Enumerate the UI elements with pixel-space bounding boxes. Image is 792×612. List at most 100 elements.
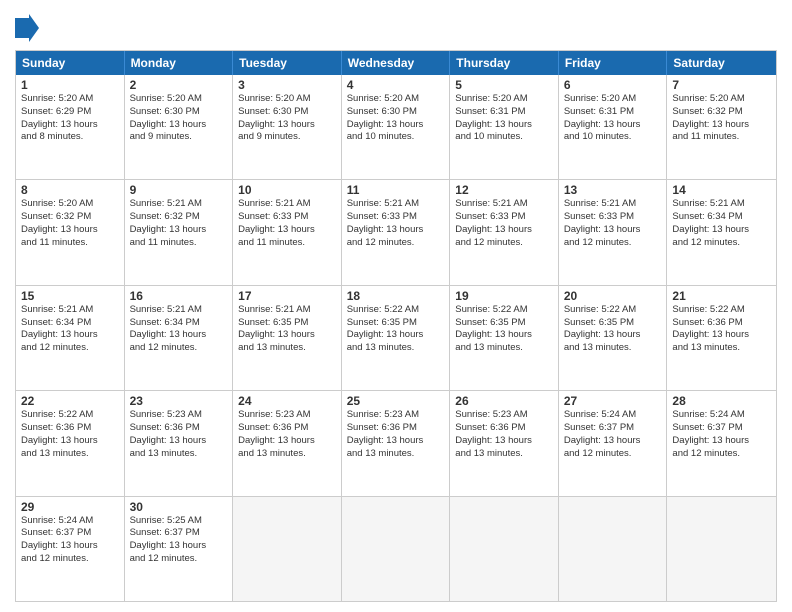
calendar-cell: 7Sunrise: 5:20 AMSunset: 6:32 PMDaylight…: [667, 75, 776, 179]
cell-line: Daylight: 13 hours: [347, 329, 445, 342]
cell-line: and 13 minutes.: [672, 342, 771, 355]
cell-line: Sunset: 6:36 PM: [130, 422, 228, 435]
day-number: 8: [21, 183, 119, 197]
cell-line: Daylight: 13 hours: [130, 119, 228, 132]
cell-line: and 11 minutes.: [672, 131, 771, 144]
cell-line: Sunset: 6:37 PM: [564, 422, 662, 435]
cell-line: Daylight: 13 hours: [672, 224, 771, 237]
cell-line: Sunset: 6:37 PM: [21, 527, 119, 540]
day-number: 28: [672, 394, 771, 408]
cell-line: Daylight: 13 hours: [130, 540, 228, 553]
cell-line: Sunrise: 5:22 AM: [564, 304, 662, 317]
cell-line: Sunset: 6:32 PM: [672, 106, 771, 119]
cell-line: Sunset: 6:30 PM: [130, 106, 228, 119]
cell-line: and 10 minutes.: [347, 131, 445, 144]
cell-line: and 12 minutes.: [564, 448, 662, 461]
cell-line: and 13 minutes.: [130, 448, 228, 461]
day-number: 1: [21, 78, 119, 92]
calendar-cell: 18Sunrise: 5:22 AMSunset: 6:35 PMDayligh…: [342, 286, 451, 390]
cell-line: Daylight: 13 hours: [455, 435, 553, 448]
cell-line: Daylight: 13 hours: [672, 329, 771, 342]
cell-line: Sunrise: 5:21 AM: [130, 304, 228, 317]
cell-line: Sunrise: 5:23 AM: [347, 409, 445, 422]
calendar-header-cell: Wednesday: [342, 51, 451, 75]
calendar-cell: 3Sunrise: 5:20 AMSunset: 6:30 PMDaylight…: [233, 75, 342, 179]
calendar-cell: 22Sunrise: 5:22 AMSunset: 6:36 PMDayligh…: [16, 391, 125, 495]
cell-line: and 13 minutes.: [238, 448, 336, 461]
calendar-cell: 6Sunrise: 5:20 AMSunset: 6:31 PMDaylight…: [559, 75, 668, 179]
cell-line: Daylight: 13 hours: [347, 435, 445, 448]
calendar-cell: [233, 497, 342, 601]
calendar-cell: 21Sunrise: 5:22 AMSunset: 6:36 PMDayligh…: [667, 286, 776, 390]
calendar-cell: 16Sunrise: 5:21 AMSunset: 6:34 PMDayligh…: [125, 286, 234, 390]
cell-line: Sunrise: 5:20 AM: [455, 93, 553, 106]
day-number: 23: [130, 394, 228, 408]
cell-line: and 11 minutes.: [238, 237, 336, 250]
cell-line: Sunrise: 5:21 AM: [238, 198, 336, 211]
calendar-cell: 27Sunrise: 5:24 AMSunset: 6:37 PMDayligh…: [559, 391, 668, 495]
calendar-body: 1Sunrise: 5:20 AMSunset: 6:29 PMDaylight…: [16, 75, 776, 601]
day-number: 13: [564, 183, 662, 197]
cell-line: Daylight: 13 hours: [238, 329, 336, 342]
cell-line: Sunrise: 5:21 AM: [21, 304, 119, 317]
cell-line: and 9 minutes.: [130, 131, 228, 144]
cell-line: Sunrise: 5:21 AM: [672, 198, 771, 211]
calendar: SundayMondayTuesdayWednesdayThursdayFrid…: [15, 50, 777, 602]
cell-line: Sunset: 6:34 PM: [672, 211, 771, 224]
cell-line: Sunrise: 5:21 AM: [455, 198, 553, 211]
cell-line: Sunrise: 5:21 AM: [238, 304, 336, 317]
calendar-cell: 11Sunrise: 5:21 AMSunset: 6:33 PMDayligh…: [342, 180, 451, 284]
calendar-cell: [450, 497, 559, 601]
calendar-header-cell: Friday: [559, 51, 668, 75]
day-number: 24: [238, 394, 336, 408]
cell-line: Daylight: 13 hours: [672, 435, 771, 448]
calendar-cell: [667, 497, 776, 601]
cell-line: Sunset: 6:31 PM: [455, 106, 553, 119]
cell-line: Sunset: 6:37 PM: [672, 422, 771, 435]
calendar-cell: 25Sunrise: 5:23 AMSunset: 6:36 PMDayligh…: [342, 391, 451, 495]
day-number: 5: [455, 78, 553, 92]
cell-line: and 13 minutes.: [238, 342, 336, 355]
cell-line: Sunrise: 5:24 AM: [564, 409, 662, 422]
calendar-row: 29Sunrise: 5:24 AMSunset: 6:37 PMDayligh…: [16, 496, 776, 601]
cell-line: and 13 minutes.: [347, 342, 445, 355]
cell-line: Sunrise: 5:20 AM: [672, 93, 771, 106]
cell-line: Sunset: 6:33 PM: [347, 211, 445, 224]
calendar-cell: [559, 497, 668, 601]
cell-line: and 12 minutes.: [455, 237, 553, 250]
cell-line: Daylight: 13 hours: [21, 224, 119, 237]
cell-line: Daylight: 13 hours: [564, 329, 662, 342]
cell-line: Sunrise: 5:22 AM: [21, 409, 119, 422]
calendar-cell: 10Sunrise: 5:21 AMSunset: 6:33 PMDayligh…: [233, 180, 342, 284]
calendar-cell: 15Sunrise: 5:21 AMSunset: 6:34 PMDayligh…: [16, 286, 125, 390]
cell-line: and 10 minutes.: [564, 131, 662, 144]
cell-line: Sunrise: 5:21 AM: [564, 198, 662, 211]
calendar-header-cell: Sunday: [16, 51, 125, 75]
cell-line: Sunrise: 5:22 AM: [672, 304, 771, 317]
day-number: 11: [347, 183, 445, 197]
day-number: 6: [564, 78, 662, 92]
calendar-cell: 1Sunrise: 5:20 AMSunset: 6:29 PMDaylight…: [16, 75, 125, 179]
calendar-cell: [342, 497, 451, 601]
day-number: 27: [564, 394, 662, 408]
calendar-cell: 13Sunrise: 5:21 AMSunset: 6:33 PMDayligh…: [559, 180, 668, 284]
cell-line: and 13 minutes.: [455, 342, 553, 355]
day-number: 18: [347, 289, 445, 303]
calendar-cell: 14Sunrise: 5:21 AMSunset: 6:34 PMDayligh…: [667, 180, 776, 284]
cell-line: Daylight: 13 hours: [130, 329, 228, 342]
cell-line: Sunrise: 5:20 AM: [347, 93, 445, 106]
calendar-cell: 2Sunrise: 5:20 AMSunset: 6:30 PMDaylight…: [125, 75, 234, 179]
day-number: 9: [130, 183, 228, 197]
cell-line: and 9 minutes.: [238, 131, 336, 144]
cell-line: Sunset: 6:30 PM: [347, 106, 445, 119]
cell-line: Sunset: 6:36 PM: [238, 422, 336, 435]
calendar-cell: 26Sunrise: 5:23 AMSunset: 6:36 PMDayligh…: [450, 391, 559, 495]
cell-line: Daylight: 13 hours: [564, 119, 662, 132]
cell-line: Sunrise: 5:21 AM: [347, 198, 445, 211]
cell-line: and 11 minutes.: [21, 237, 119, 250]
cell-line: Sunset: 6:35 PM: [564, 317, 662, 330]
cell-line: Sunset: 6:32 PM: [21, 211, 119, 224]
cell-line: and 12 minutes.: [130, 553, 228, 566]
calendar-cell: 12Sunrise: 5:21 AMSunset: 6:33 PMDayligh…: [450, 180, 559, 284]
day-number: 21: [672, 289, 771, 303]
